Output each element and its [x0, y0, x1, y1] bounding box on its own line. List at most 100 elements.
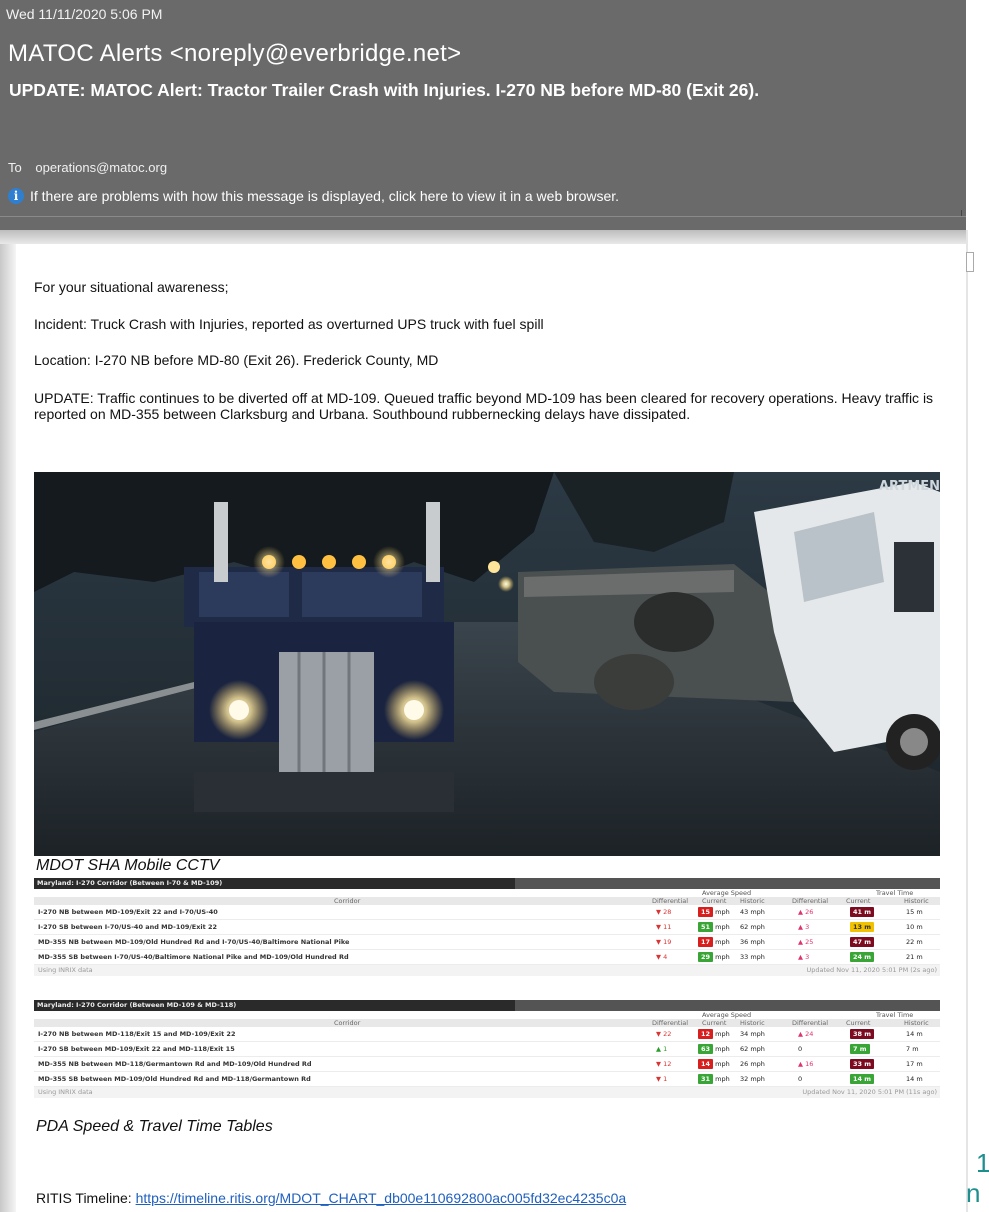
page-number-fragment: 1 [976, 1148, 989, 1178]
speed-unit: mph [715, 938, 730, 946]
message-header: Wed 11/11/2020 5:06 PM MATOC Alerts <nor… [0, 0, 966, 230]
speed-differential-value: 1 [663, 1045, 668, 1053]
corridor-name[interactable]: I-270 SB between MD-109/Exit 22 and MD-1… [38, 1042, 235, 1056]
gutter-line [966, 230, 968, 1212]
table-title-fill [515, 878, 940, 889]
speed-differential-value: 28 [663, 908, 672, 916]
speed-unit: mph [715, 908, 730, 916]
tt-differential: ▲ 16 [798, 1057, 813, 1071]
speed-trend-icon: ▼ [656, 908, 661, 916]
tt-differential-value: 25 [805, 938, 814, 946]
tt-trend-icon: ▲ [798, 923, 803, 931]
body-paragraph-awareness: For your situational awareness; [34, 279, 229, 295]
body-paragraph-incident: Incident: Truck Crash with Injuries, rep… [34, 316, 544, 332]
table-row: MD-355 SB between MD-109/Old Hundred Rd … [34, 1072, 940, 1087]
tt-trend-icon: ▲ [798, 938, 803, 946]
tt-trend-icon: ▲ [798, 953, 803, 961]
subject: UPDATE: MATOC Alert: Tractor Trailer Cra… [9, 80, 760, 100]
speed-differential: ▼ 28 [656, 905, 671, 919]
col-tt-current: Current [846, 897, 871, 905]
corridor-name[interactable]: MD-355 SB between I-70/US-40/Baltimore N… [38, 950, 349, 964]
speed-historic: 32 mph [740, 1075, 765, 1083]
reading-pane-left-edge [0, 244, 16, 1212]
tt-historic: 15 m [906, 908, 923, 916]
speed-historic: 62 mph [740, 923, 765, 931]
tt-differential: ▲ 3 [798, 950, 809, 964]
table1-rows: I-270 NB between MD-109/Exit 22 and I-70… [34, 905, 940, 965]
speed-unit: mph [715, 1045, 730, 1053]
speed-current-value: 15 [698, 907, 714, 917]
table-row: MD-355 SB between I-70/US-40/Baltimore N… [34, 950, 940, 965]
corridor-name[interactable]: I-270 SB between I-70/US-40 and MD-109/E… [38, 920, 217, 934]
table-column-headers: Corridor Differential Current Historic D… [34, 897, 940, 905]
tt-trend-icon: ▲ [798, 908, 803, 916]
message-date: Wed 11/11/2020 5:06 PM [6, 6, 163, 22]
col-corridor: Corridor [334, 1019, 361, 1027]
tt-current: 33 m [850, 1057, 875, 1071]
speed-current: 29 mph [698, 950, 730, 964]
tt-differential-value: 16 [805, 1060, 814, 1068]
speed-current: 14 mph [698, 1057, 730, 1071]
speed-current-value: 31 [698, 1074, 714, 1084]
table2-rows: I-270 NB between MD-118/Exit 15 and MD-1… [34, 1027, 940, 1087]
corridor-name[interactable]: MD-355 NB between MD-118/Germantown Rd a… [38, 1057, 312, 1071]
speed-trend-icon: ▼ [656, 1030, 661, 1038]
corridor-name[interactable]: MD-355 SB between MD-109/Old Hundred Rd … [38, 1072, 311, 1086]
speed-trend-icon: ▼ [656, 1075, 661, 1083]
display-problem-text[interactable]: If there are problems with how this mess… [30, 188, 619, 204]
table-footer: Using INRIX data Updated Nov 11, 2020 5:… [34, 965, 940, 976]
tt-current: 14 m [850, 1072, 875, 1086]
table-title: Maryland: I-270 Corridor (Between MD-109… [34, 1000, 940, 1011]
speed-trend-icon: ▼ [656, 938, 661, 946]
tt-current-value: 13 m [850, 922, 875, 932]
tt-current-value: 38 m [850, 1029, 875, 1039]
table-row: I-270 NB between MD-118/Exit 15 and MD-1… [34, 1027, 940, 1042]
speed-trend-icon: ▼ [656, 923, 661, 931]
speed-table-2: Maryland: I-270 Corridor (Between MD-109… [34, 1000, 940, 1098]
speed-current-value: 63 [698, 1044, 714, 1054]
speed-unit: mph [715, 1075, 730, 1083]
speed-unit: mph [715, 923, 730, 931]
tt-differential: 0 [798, 1072, 802, 1086]
col-speed-current: Current [702, 1019, 727, 1027]
page-text-fragment: n [966, 1178, 981, 1208]
speed-trend-icon: ▼ [656, 1060, 661, 1068]
tt-historic: 10 m [906, 923, 923, 931]
tt-current-value: 14 m [850, 1074, 875, 1084]
corridor-name[interactable]: I-270 NB between MD-109/Exit 22 and I-70… [38, 905, 218, 919]
tt-differential-value: 0 [798, 1045, 803, 1053]
sender[interactable]: MATOC Alerts <noreply@everbridge.net> [8, 40, 461, 68]
corridor-name[interactable]: I-270 NB between MD-118/Exit 15 and MD-1… [38, 1027, 235, 1041]
table1-updated: Updated Nov 11, 2020 5:01 PM (2s ago) [806, 966, 938, 974]
tt-historic: 14 m [906, 1030, 923, 1038]
tt-trend-icon: ▲ [798, 1030, 803, 1038]
tt-historic: 17 m [906, 1060, 923, 1068]
avg-speed-header: Average Speed [702, 889, 752, 897]
table2-source: Using INRIX data [38, 1088, 93, 1096]
header-divider [0, 216, 966, 217]
to-address[interactable]: operations@matoc.org [35, 160, 167, 175]
speed-differential: ▼ 22 [656, 1027, 671, 1041]
to-label: To [8, 160, 22, 175]
table2-title: Maryland: I-270 Corridor (Between MD-109… [37, 1001, 237, 1009]
tt-historic: 22 m [906, 938, 923, 946]
header-tick [961, 210, 962, 216]
speed-table-1: Maryland: I-270 Corridor (Between I-70 &… [34, 878, 940, 976]
scroll-handle[interactable] [966, 252, 974, 272]
speed-unit: mph [715, 1060, 730, 1068]
tt-differential: 0 [798, 1042, 802, 1056]
ritis-timeline-link[interactable]: https://timeline.ritis.org/MDOT_CHART_db… [136, 1190, 627, 1206]
speed-historic: 62 mph [740, 1045, 765, 1053]
tt-historic: 7 m [906, 1045, 919, 1053]
tt-differential-value: 3 [805, 953, 810, 961]
corridor-name[interactable]: MD-355 NB between MD-109/Old Hundred Rd … [38, 935, 349, 949]
speed-differential-value: 12 [663, 1060, 672, 1068]
speed-historic: 43 mph [740, 908, 765, 916]
table1-source: Using INRIX data [38, 966, 93, 974]
speed-differential: ▲ 1 [656, 1042, 667, 1056]
display-problem-bar[interactable]: i If there are problems with how this me… [8, 188, 619, 204]
speed-current: 17 mph [698, 935, 730, 949]
tt-current-value: 24 m [850, 952, 875, 962]
tt-current-value: 33 m [850, 1059, 875, 1069]
tt-current: 41 m [850, 905, 875, 919]
